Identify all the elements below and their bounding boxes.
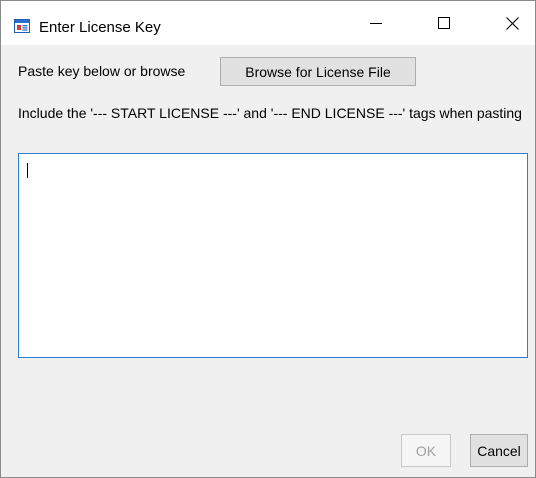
close-icon [505, 16, 519, 30]
maximize-icon [438, 17, 450, 29]
instructions-text: Include the '--- START LICENSE ---' and … [18, 105, 522, 121]
minimize-button[interactable] [353, 1, 399, 45]
maximize-button[interactable] [421, 1, 467, 45]
title-bar[interactable]: Enter License Key [1, 1, 535, 45]
cancel-button[interactable]: Cancel [470, 434, 528, 467]
minimize-icon [370, 17, 382, 29]
browse-license-file-button[interactable]: Browse for License File [220, 57, 416, 86]
license-key-dialog: Enter License Key Paste key below or bro… [0, 0, 536, 478]
window-title: Enter License Key [39, 19, 161, 36]
paste-key-label: Paste key below or browse [18, 63, 186, 79]
text-caret [27, 163, 28, 178]
license-key-textarea[interactable] [18, 153, 528, 358]
ok-button[interactable]: OK [401, 434, 451, 467]
form-window-icon [14, 19, 30, 33]
close-button[interactable] [489, 1, 535, 45]
